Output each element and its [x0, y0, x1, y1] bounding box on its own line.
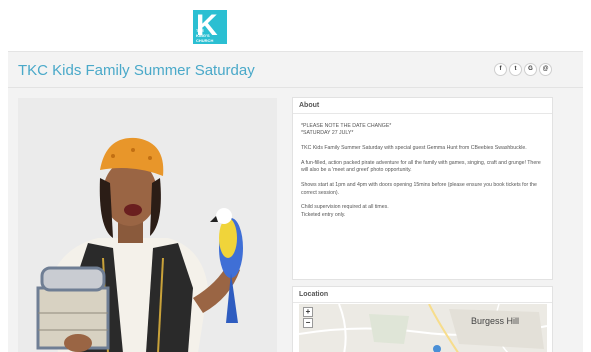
title-bar: TKC Kids Family Summer Saturday f t G @ — [8, 52, 583, 88]
event-photo — [18, 98, 277, 352]
location-heading: Location — [293, 287, 552, 303]
zoom-in-button[interactable]: + — [303, 307, 313, 317]
about-body: *PLEASE NOTE THE DATE CHANGE* *SATURDAY … — [293, 114, 552, 219]
church-logo[interactable]: K THE KING'S CHURCH — [193, 10, 227, 44]
about-panel: About *PLEASE NOTE THE DATE CHANGE* *SAT… — [292, 97, 553, 280]
about-paragraph: TKC Kids Family Summer Saturday with spe… — [301, 145, 527, 152]
location-map[interactable]: + − Burgess Hill — [299, 304, 547, 352]
map-place-label: Burgess Hill — [471, 316, 520, 326]
email-icon[interactable]: @ — [539, 63, 552, 76]
site-header: K THE KING'S CHURCH — [0, 0, 591, 50]
page-title: TKC Kids Family Summer Saturday — [18, 62, 255, 79]
logo-subtitle: THE KING'S CHURCH — [196, 28, 214, 43]
about-paragraph: Child supervision required at all times.… — [301, 204, 389, 218]
twitter-icon[interactable]: t — [509, 63, 522, 76]
map-tiles — [299, 304, 547, 352]
facebook-icon[interactable]: f — [494, 63, 507, 76]
google-plus-icon[interactable]: G — [524, 63, 537, 76]
about-paragraph: Shows start at 1pm and 4pm with doors op… — [301, 182, 537, 196]
event-content: TKC Kids Family Summer Saturday f t G @ — [8, 51, 583, 352]
about-paragraph: A fun-filled, action packed pirate adven… — [301, 160, 541, 174]
zoom-out-button[interactable]: − — [303, 318, 313, 328]
pirate-illustration — [18, 98, 277, 352]
about-heading: About — [293, 98, 552, 114]
about-paragraph: *PLEASE NOTE THE DATE CHANGE* *SATURDAY … — [301, 123, 392, 137]
location-panel: Location + − Burgess Hill — [292, 286, 553, 352]
